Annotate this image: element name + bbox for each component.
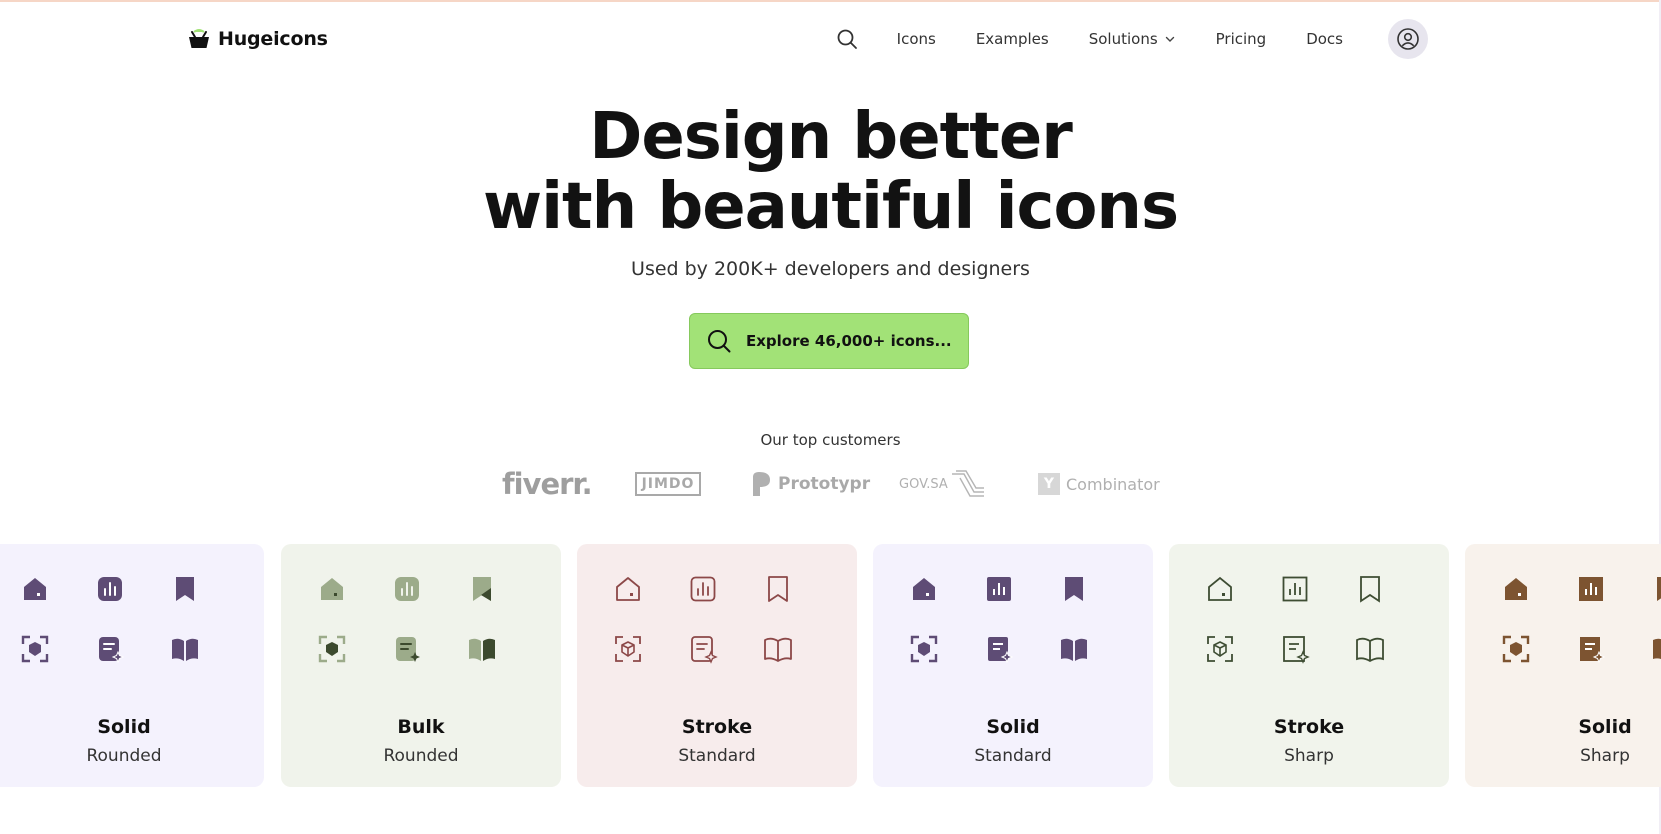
style-variant: Sharp <box>1580 746 1630 766</box>
top-accent-line <box>0 0 1661 2</box>
style-name: Stroke <box>1273 716 1345 738</box>
open-book-icon <box>1653 638 1661 660</box>
bookmark-icon <box>1065 577 1083 601</box>
open-book-icon <box>764 637 792 662</box>
style-variant: Rounded <box>86 746 162 766</box>
hero-subtitle: Used by 200K+ developers and designers <box>631 258 1030 280</box>
style-card[interactable]: Stroke Standard <box>577 544 857 787</box>
chart-icon <box>987 577 1011 601</box>
chart-icon <box>690 576 716 602</box>
style-card[interactable]: Stroke Sharp <box>1169 544 1449 787</box>
search-icon <box>708 330 731 353</box>
ycombinator-mark: Y <box>1038 473 1060 495</box>
ar-cube-icon <box>615 636 641 662</box>
style-name: Stroke <box>681 716 753 738</box>
open-book-icon <box>1061 638 1087 661</box>
nav-examples[interactable]: Examples <box>976 30 1049 48</box>
explore-label: Explore 46,000+ icons... <box>746 332 952 350</box>
style-name: Solid <box>986 716 1040 738</box>
bookmark-icon <box>768 576 788 602</box>
home-icon <box>1505 578 1527 600</box>
icon-preview-grid <box>909 574 1119 664</box>
govsa-mark-icon <box>951 470 984 497</box>
home-icon <box>913 578 935 600</box>
bookmark-icon <box>176 577 194 601</box>
search-icon[interactable] <box>835 27 859 51</box>
prototypr-logo: Prototypr <box>750 464 870 504</box>
style-variant: Rounded <box>383 746 459 766</box>
style-variant: Standard <box>678 746 756 766</box>
icon-preview-grid <box>613 574 823 664</box>
customers-label: Our top customers <box>760 431 901 449</box>
style-variant: Standard <box>974 746 1052 766</box>
hero-title-line1: Design better <box>589 100 1073 174</box>
home-icon <box>1208 576 1232 601</box>
chart-icon <box>1282 576 1308 602</box>
style-name: Solid <box>1578 716 1632 738</box>
bookmark-icon <box>1657 577 1661 601</box>
open-book-icon <box>172 638 198 661</box>
open-book-icon <box>1356 637 1384 663</box>
brand-name: Hugeicons <box>218 28 328 50</box>
nav-solutions-label: Solutions <box>1088 30 1158 48</box>
nav-docs[interactable]: Docs <box>1306 30 1343 48</box>
open-book-icon <box>469 638 495 661</box>
chart-icon <box>1579 577 1603 601</box>
govsa-name: GOV.SA <box>899 476 948 492</box>
style-card[interactable]: Solid Rounded <box>0 544 264 787</box>
bookmark-icon <box>1360 576 1380 603</box>
home-icon <box>321 578 343 600</box>
chevron-down-icon <box>1165 36 1174 42</box>
style-name: Solid <box>97 716 151 738</box>
fiverr-logo: fiverr. <box>502 467 593 501</box>
icon-preview-grid <box>1501 574 1661 664</box>
bookmark-icon <box>473 577 491 601</box>
page: Hugeicons Icons Examples Solutions Prici… <box>0 0 1661 834</box>
ycombinator-logo: Y Combinator <box>1038 464 1160 504</box>
style-card[interactable]: Solid Standard <box>873 544 1153 787</box>
icon-style-cards: Solid Rounded Bulk Rounded Stroke Standa… <box>0 544 1661 788</box>
govsa-logo: GOV.SA <box>899 464 986 504</box>
note-edit-icon <box>1580 637 1606 664</box>
user-circle-icon <box>1397 28 1419 50</box>
brand-logo[interactable]: Hugeicons <box>188 24 328 54</box>
customer-logos: fiverr. JIMDO Prototypr GOV.SA Y Combina… <box>0 464 1661 504</box>
ar-cube-icon <box>318 635 346 663</box>
chart-icon <box>395 577 419 601</box>
note-edit-icon <box>988 637 1014 664</box>
top-navigation: Icons Examples Solutions Pricing Docs <box>835 18 1428 60</box>
ar-cube-icon <box>1207 636 1233 662</box>
ar-cube-icon <box>21 635 49 663</box>
home-icon <box>24 578 46 600</box>
note-edit-icon <box>691 636 718 664</box>
ycombinator-name: Combinator <box>1066 474 1160 494</box>
prototypr-mark-icon <box>753 472 770 496</box>
prototypr-name: Prototypr <box>778 474 871 494</box>
hero-title-line2: with beautiful icons <box>482 170 1179 244</box>
user-account-button[interactable] <box>1388 19 1428 59</box>
note-edit-icon <box>99 637 125 664</box>
jimdo-logo: JIMDO <box>635 472 701 496</box>
nav-icons[interactable]: Icons <box>897 30 936 48</box>
style-card[interactable]: Solid Sharp <box>1465 544 1661 787</box>
icon-preview-grid <box>20 574 230 664</box>
style-variant: Sharp <box>1284 746 1334 766</box>
nav-pricing[interactable]: Pricing <box>1216 30 1267 48</box>
note-edit-icon <box>1283 636 1310 664</box>
note-edit-icon <box>396 637 420 662</box>
style-name: Bulk <box>397 716 445 738</box>
hero-title: Design better with beautiful icons <box>0 102 1661 242</box>
home-icon <box>616 577 640 601</box>
basket-icon <box>189 29 209 48</box>
nav-solutions[interactable]: Solutions <box>1089 30 1176 48</box>
ar-cube-icon <box>910 635 938 663</box>
ar-cube-icon <box>1502 635 1530 663</box>
explore-icons-button[interactable]: Explore 46,000+ icons... <box>689 313 969 369</box>
chart-icon <box>98 577 122 601</box>
icon-preview-grid <box>317 574 527 664</box>
icon-preview-grid <box>1205 574 1415 664</box>
style-card[interactable]: Bulk Rounded <box>281 544 561 787</box>
